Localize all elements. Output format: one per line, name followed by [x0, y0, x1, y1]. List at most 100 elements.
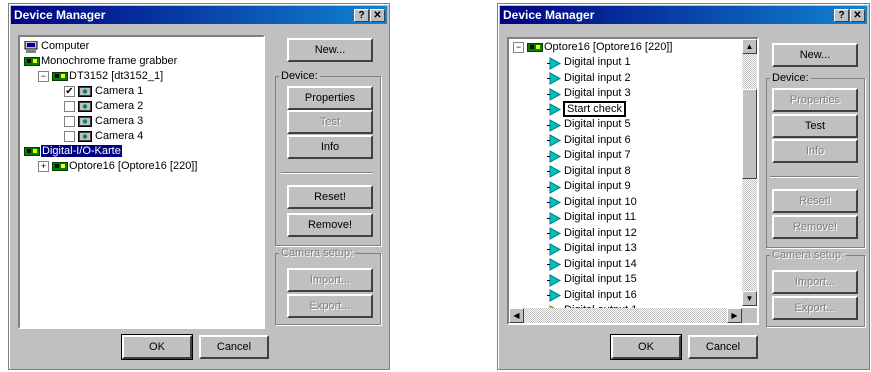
new-button[interactable]: New... [772, 43, 858, 67]
scroll-thumb[interactable] [742, 89, 757, 179]
tree-root-item[interactable]: − Optore16 [Optore16 [220]] [513, 40, 672, 55]
new-button[interactable]: New... [287, 38, 373, 62]
tree-item[interactable]: Monochrome frame grabber [24, 54, 177, 69]
scroll-down-button[interactable]: ▼ [742, 291, 757, 306]
tree-item[interactable]: Computer [24, 39, 89, 54]
tree-item[interactable]: Digital-I/O-Karte [24, 144, 122, 159]
tree-item[interactable]: ✔ Camera 1 [64, 84, 143, 99]
camera-checkbox[interactable]: ✔ [64, 85, 75, 97]
tree-item-label: Digital input 9 [564, 180, 631, 192]
close-button[interactable]: ✕ [370, 9, 385, 22]
import-button[interactable]: Import... [772, 270, 858, 294]
tree-item[interactable]: Digital input 9 [547, 179, 631, 194]
tree-item[interactable]: − DT3152 [dt3152_1] [38, 69, 163, 84]
tree-item-label: Camera 3 [95, 115, 144, 127]
scroll-up-button[interactable]: ▲ [742, 39, 757, 54]
input-icon [547, 211, 562, 225]
board-icon [52, 71, 68, 82]
title-bar[interactable]: Device Manager ? ✕ [500, 6, 867, 24]
scroll-left-button[interactable]: ◀ [509, 308, 524, 323]
input-icon [547, 149, 562, 163]
tree-item-label: Camera 4 [95, 130, 144, 142]
tree-item[interactable]: Digital input 11 [547, 210, 636, 225]
camera-checkbox[interactable] [64, 100, 75, 112]
test-button[interactable]: Test [772, 114, 858, 138]
tree-item-label: Optore16 [Optore16 [220]] [69, 160, 198, 172]
horizontal-scrollbar[interactable] [509, 308, 742, 323]
collapse-icon[interactable]: − [513, 41, 524, 53]
test-button[interactable]: Test [287, 110, 373, 134]
ok-button[interactable]: OK [121, 334, 193, 360]
tree-item[interactable]: Start check [547, 100, 627, 117]
info-button[interactable]: Info [772, 139, 858, 163]
reset-button[interactable]: Reset! [287, 185, 373, 209]
group-separator [281, 172, 373, 174]
tree-item-label: Digital input 12 [564, 226, 637, 239]
cancel-button[interactable]: Cancel [688, 335, 758, 359]
device-group-label: Device: [770, 72, 811, 84]
tree-item[interactable]: Digital input 16 [547, 288, 637, 303]
window-title: Device Manager [503, 8, 595, 22]
input-icon [547, 196, 562, 209]
tree-item-label: Digital input 13 [564, 242, 637, 254]
tree-item[interactable]: Camera 4 [64, 129, 143, 144]
input-icon [547, 72, 562, 85]
properties-button[interactable]: Properties [287, 86, 373, 110]
camera-checkbox[interactable] [64, 115, 75, 127]
properties-button[interactable]: Properties [772, 88, 858, 112]
tree-item-label: Digital input 7 [564, 149, 631, 161]
camera-icon [78, 100, 92, 112]
cancel-button[interactable]: Cancel [199, 335, 269, 359]
tree-item[interactable]: Digital input 14 [547, 257, 637, 272]
tree-item-label: Digital input 15 [564, 273, 637, 285]
import-button[interactable]: Import... [287, 268, 373, 292]
close-button[interactable]: ✕ [850, 9, 865, 22]
input-icon [547, 134, 562, 147]
expand-icon[interactable]: + [38, 160, 49, 172]
input-icon [547, 87, 562, 101]
tree-item-label: Camera 2 [95, 100, 144, 112]
tree-item-label: Optore16 [Optore16 [220]] [544, 41, 673, 53]
tree-item-label: Digital input 3 [564, 87, 631, 99]
device-tree[interactable]: Computer Monochrome frame grabber − DT3152 … [18, 35, 265, 329]
info-button[interactable]: Info [287, 135, 373, 159]
collapse-icon[interactable]: − [38, 70, 49, 82]
tree-item[interactable]: Digital input 15 [547, 272, 637, 287]
export-button[interactable]: Export... [772, 296, 858, 320]
help-button[interactable]: ? [354, 9, 369, 22]
tree-item[interactable]: Digital input 8 [547, 164, 631, 179]
input-icon [547, 258, 562, 271]
camera-icon [78, 115, 92, 127]
tree-item[interactable]: Camera 2 [64, 99, 143, 114]
tree-item[interactable]: Digital input 6 [547, 133, 631, 148]
title-bar[interactable]: Device Manager ? ✕ [11, 6, 387, 24]
camera-checkbox[interactable] [64, 130, 75, 142]
input-icon [547, 289, 562, 302]
tree-item[interactable]: Digital input 2 [547, 71, 631, 86]
remove-button[interactable]: Remove! [287, 213, 373, 237]
rename-edit-field[interactable]: Start check [562, 100, 627, 117]
help-button[interactable]: ? [834, 9, 849, 22]
tree-item[interactable]: Digital input 5 [547, 117, 631, 132]
ok-button[interactable]: OK [610, 334, 682, 360]
tree-item-label: Digital input 5 [564, 118, 631, 130]
remove-button[interactable]: Remove! [772, 215, 858, 239]
tree-item[interactable]: Digital input 7 [547, 148, 631, 163]
board-icon [24, 146, 40, 157]
tree-item[interactable]: Digital input 13 [547, 241, 637, 256]
device-tree[interactable]: − Optore16 [Optore16 [220]] Digital input … [507, 37, 759, 325]
tree-item[interactable]: Digital input 10 [547, 195, 637, 210]
tree-item[interactable]: Camera 3 [64, 114, 143, 129]
tree-item[interactable]: + Optore16 [Optore16 [220]] [38, 159, 197, 174]
tree-item-label: Camera 1 [95, 85, 144, 97]
scroll-right-button[interactable]: ▶ [727, 308, 742, 323]
export-button[interactable]: Export... [287, 294, 373, 318]
tree-item[interactable]: Digital input 3 [547, 86, 631, 101]
tree-item-label: Monochrome frame grabber [41, 55, 178, 67]
board-icon [52, 161, 68, 172]
device-group-label: Device: [279, 70, 320, 82]
reset-button[interactable]: Reset! [772, 189, 858, 213]
tree-item[interactable]: Digital input 1 [547, 55, 631, 70]
input-icon [547, 242, 562, 256]
tree-item[interactable]: Digital input 12 [547, 226, 637, 241]
